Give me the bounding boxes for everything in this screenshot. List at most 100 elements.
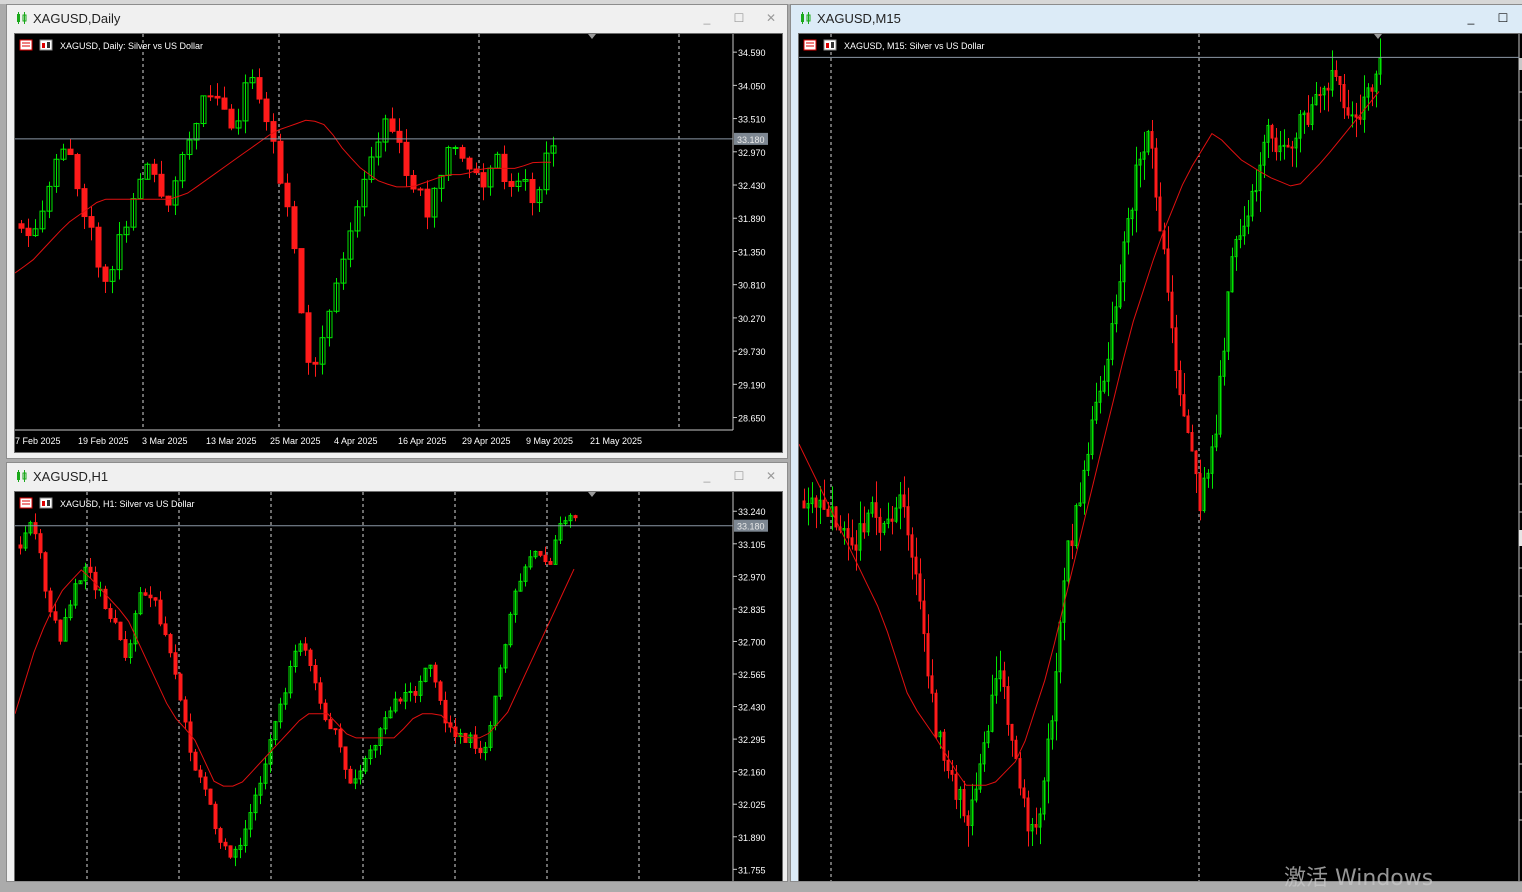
candle-body [305, 312, 312, 363]
candle-body [318, 682, 323, 704]
candle-body [221, 97, 228, 110]
candle-body [277, 140, 284, 184]
daily-window-titlebar[interactable]: XAGUSD,Daily _ ☐ ✕ [7, 5, 787, 31]
candle-body [473, 734, 478, 749]
candle-body [1306, 112, 1310, 125]
x-tick-label: 21 May 2025 [590, 436, 642, 446]
close-button[interactable]: ✕ [755, 5, 787, 31]
y-tick-label: 31.350 [738, 247, 766, 257]
candle-body [118, 621, 123, 641]
minimize-button[interactable]: _ [691, 5, 723, 31]
x-tick-label: 7 Feb 2025 [15, 436, 61, 446]
candle-body [1002, 670, 1006, 688]
m15-chart-area[interactable]: XAGUSD, M15: Silver vs US Dollar [798, 33, 1522, 882]
close-button[interactable]: ✕ [755, 463, 787, 489]
candle-body [256, 77, 263, 100]
h1-chart-window[interactable]: XAGUSD,H1 _ ☐ ✕ 33.240 33.105 32.970 32.835… [6, 462, 788, 882]
y-tick-label: 31.755 [738, 865, 766, 875]
candle-body [398, 698, 403, 702]
m15-window-titlebar[interactable]: XAGUSD,M15 _ ☐ [791, 5, 1522, 31]
candle-body [1154, 147, 1158, 198]
candle-body [38, 533, 43, 554]
candle-body [410, 174, 417, 190]
chart-background [15, 34, 782, 452]
y-tick-label: 31.890 [738, 214, 766, 224]
candle-body [102, 266, 109, 282]
candle-body [463, 732, 468, 743]
candle-body [1070, 540, 1074, 547]
candle-body [874, 502, 878, 518]
candle-body [18, 223, 25, 229]
candle-body [1290, 146, 1294, 149]
candle-body [1198, 473, 1202, 512]
x-tick-label: 13 Mar 2025 [206, 436, 257, 446]
candle-body [424, 188, 431, 218]
daily-chart-svg[interactable]: 34.590 34.050 33.510 32.970 32.430 31.890 31.3… [15, 34, 783, 453]
candle-body [88, 566, 93, 573]
candle-body [1006, 686, 1010, 725]
y-tick-label: 34.590 [738, 48, 766, 58]
candle-body [890, 518, 894, 522]
candle-body [1150, 131, 1154, 149]
y-tick-label: 32.970 [738, 572, 766, 582]
candle-body [284, 182, 291, 208]
y-tick-label: 29.190 [738, 380, 766, 390]
daily-chart-window[interactable]: XAGUSD,Daily _ ☐ ✕ 34.590 34.050 33.510 32.… [6, 4, 788, 459]
h1-window-titlebar[interactable]: XAGUSD,H1 _ ☐ ✕ [7, 463, 787, 489]
candle-body [348, 768, 353, 784]
candle-body [802, 500, 806, 509]
window-title: XAGUSD,Daily [33, 10, 121, 26]
h1-chart-svg[interactable]: 33.240 33.105 32.970 32.835 32.700 32.565 32.4… [15, 492, 783, 882]
chart-grid-icon-bar [42, 501, 45, 506]
x-tick-label: 25 Mar 2025 [270, 436, 321, 446]
daily-chart-area[interactable]: 34.590 34.050 33.510 32.970 32.430 31.890 31.3… [14, 33, 783, 453]
candle-body [218, 828, 223, 843]
candle-body [922, 600, 926, 635]
y-tick-label: 30.810 [738, 281, 766, 291]
candle-body [834, 506, 838, 528]
chart-grid-icon-bar [47, 42, 50, 48]
candle-body [263, 98, 270, 123]
candle-body [1170, 291, 1174, 329]
candle-body [158, 173, 165, 197]
chart-background [15, 492, 782, 881]
candle-body [1190, 432, 1194, 452]
candle-body [298, 248, 305, 314]
y-tick-label: 32.025 [738, 800, 766, 810]
candle-body [529, 179, 536, 204]
candle-body [328, 719, 333, 730]
maximize-button[interactable]: ☐ [723, 463, 755, 489]
m15-chart-svg[interactable]: XAGUSD, M15: Silver vs US Dollar [799, 34, 1522, 882]
candle-body [413, 690, 418, 696]
m15-chart-window[interactable]: XAGUSD,M15 _ ☐ XAGUSD, M15: Silver vs US… [790, 4, 1522, 882]
candle-body [850, 537, 854, 546]
maximize-button[interactable]: ☐ [1487, 5, 1519, 31]
candle-body [538, 550, 543, 556]
y-tick-label: 29.730 [738, 347, 766, 357]
candle-body [452, 147, 459, 150]
bid-price-label: 33.180 [737, 135, 765, 145]
candle-body [214, 95, 221, 99]
candle-body [1186, 415, 1190, 434]
window-title: XAGUSD,H1 [33, 468, 109, 484]
windows-activation-watermark: 激活 Windows [1284, 866, 1434, 891]
candle-body [1254, 190, 1258, 193]
chart-grid-icon-bar [831, 42, 834, 48]
candle-body [208, 788, 213, 805]
candle-body [878, 516, 882, 533]
candle-body [946, 759, 950, 772]
candle-body [1358, 116, 1362, 120]
candle-body [338, 728, 343, 748]
minimize-button[interactable]: _ [1455, 5, 1487, 31]
y-tick-label: 33.105 [738, 540, 766, 550]
y-tick-label: 32.565 [738, 670, 766, 680]
candle-body [962, 788, 966, 817]
y-tick-label: 32.430 [738, 703, 766, 713]
candle-body [466, 157, 473, 170]
candle-body [1274, 137, 1278, 153]
candle-body [48, 590, 53, 613]
minimize-button[interactable]: _ [691, 463, 723, 489]
maximize-button[interactable]: ☐ [723, 5, 755, 31]
candle-body [826, 508, 830, 517]
h1-chart-area[interactable]: 33.240 33.105 32.970 32.835 32.700 32.565 32.4… [14, 491, 783, 882]
